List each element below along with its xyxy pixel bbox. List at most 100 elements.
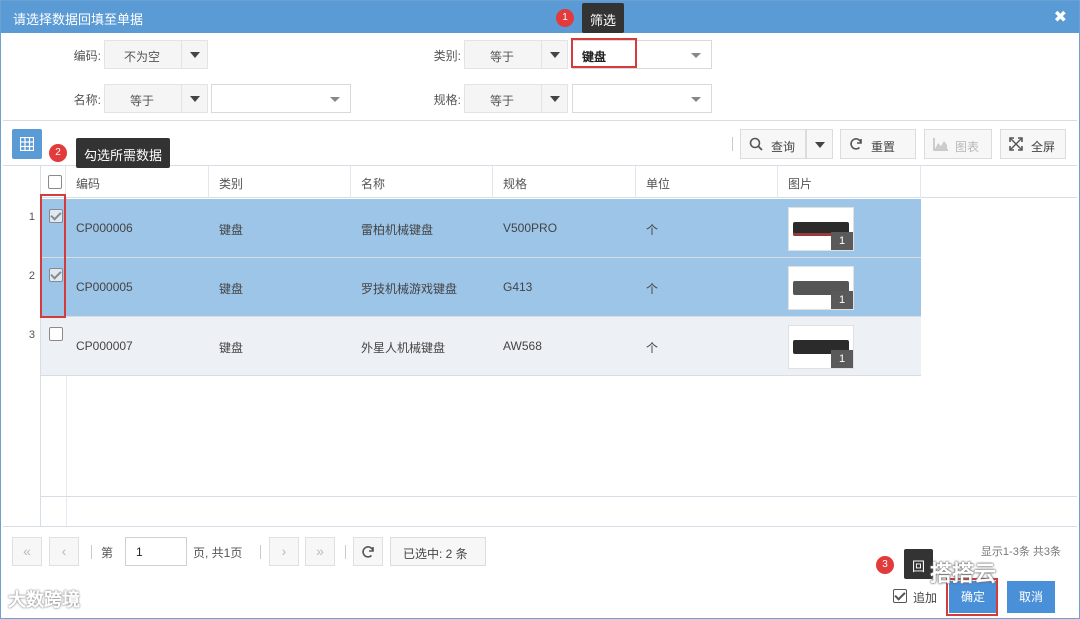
image-count-badge: 1 <box>831 232 853 250</box>
fullscreen-button[interactable]: 全屏 <box>1000 129 1066 159</box>
code-operator-select[interactable]: 不为空 <box>104 40 208 69</box>
append-checkbox[interactable] <box>893 589 907 603</box>
filter-area: 编码: 不为空 类别: 等于 键盘 名称: 等于 规格: 等于 <box>3 35 1077 121</box>
spec-operator-select[interactable]: 等于 <box>464 84 568 113</box>
page-prefix: 第 <box>101 546 114 560</box>
select-all-checkbox[interactable] <box>48 175 62 189</box>
image-count-badge: 1 <box>831 350 853 368</box>
header-unit[interactable]: 单位 <box>636 166 778 198</box>
search-icon <box>749 137 763 151</box>
header-name[interactable]: 名称 <box>351 166 493 198</box>
annotation-step2-badge: 2 <box>49 144 67 162</box>
chevron-down-icon <box>691 53 701 58</box>
chevron-down-icon <box>181 41 207 68</box>
chevron-down-icon <box>181 85 207 112</box>
keyboard-thumbnail[interactable]: 1 <box>788 266 854 310</box>
first-page-button[interactable]: « <box>12 537 42 566</box>
spec-value-select[interactable] <box>572 84 712 113</box>
code-operator-value: 不为空 <box>123 50 160 64</box>
cell-unit: 个 <box>646 341 659 355</box>
reset-button[interactable]: 重置 <box>840 129 916 159</box>
refresh-icon <box>362 546 374 558</box>
name-operator-select[interactable]: 等于 <box>104 84 208 113</box>
cell-category: 键盘 <box>219 282 244 296</box>
cancel-button[interactable]: 取消 <box>1007 581 1055 613</box>
annotation-step1-badge: 1 <box>556 9 574 27</box>
name-value-select[interactable] <box>211 84 351 113</box>
header-image[interactable]: 图片 <box>778 166 921 198</box>
pager-divider <box>91 545 92 559</box>
category-operator-value: 等于 <box>489 50 514 64</box>
chart-button[interactable]: 图表 <box>924 129 992 159</box>
chevron-down-icon <box>541 85 567 112</box>
pager-divider <box>260 545 261 559</box>
cell-name: 雷柏机械键盘 <box>361 223 434 237</box>
prev-page-button[interactable]: ‹ <box>49 537 79 566</box>
name-operator-value: 等于 <box>129 94 154 108</box>
annotation-step1-callout: 筛选 <box>582 3 625 33</box>
chevron-down-icon <box>330 97 340 102</box>
reset-label: 重置 <box>871 140 896 154</box>
last-page-button[interactable]: » <box>305 537 335 566</box>
cell-spec: AW568 <box>503 339 542 353</box>
table-row[interactable]: CP000006 键盘 雷柏机械键盘 V500PRO 个 1 <box>41 199 921 258</box>
close-icon[interactable]: ✖ <box>1054 7 1067 27</box>
query-button[interactable]: 查询 <box>740 129 806 159</box>
annotation-step3-callout: 回 <box>904 549 934 579</box>
query-dropdown-button[interactable] <box>806 129 833 159</box>
cell-name: 外星人机械键盘 <box>361 341 446 355</box>
cell-code: CP000005 <box>76 280 133 294</box>
table-row[interactable]: CP000007 键盘 外星人机械键盘 AW568 个 1 <box>41 317 921 376</box>
table-row[interactable]: CP000005 键盘 罗技机械游戏键盘 G413 个 1 <box>41 258 921 317</box>
cell-name: 罗技机械游戏键盘 <box>361 282 458 296</box>
table-footer-divider <box>41 496 1077 497</box>
dialog-footer: 追加 确定 取消 <box>1 575 1079 619</box>
category-filter-label: 类别: <box>433 49 461 63</box>
append-label: 追加 <box>913 591 938 605</box>
toolbar-divider <box>732 137 733 151</box>
cell-spec: V500PRO <box>503 221 558 235</box>
row-number: 2 <box>28 270 35 282</box>
cell-unit: 个 <box>646 223 659 237</box>
annotation-box-filter <box>571 38 637 68</box>
next-page-button[interactable]: › <box>269 537 299 566</box>
chevron-down-icon <box>541 41 567 68</box>
data-table: 编码 类别 名称 规格 单位 图片 1 CP000006 键盘 雷柏机械键盘 V… <box>3 165 1077 527</box>
selected-count: 已选中: 2 条 <box>390 537 486 566</box>
header-spec[interactable]: 规格 <box>493 166 636 198</box>
cell-category: 键盘 <box>219 223 244 237</box>
chevron-down-icon <box>691 97 701 102</box>
row-number: 3 <box>28 329 35 341</box>
cell-image: 1 <box>778 317 921 376</box>
grid-view-button[interactable] <box>12 129 42 159</box>
cell-image: 1 <box>778 258 921 317</box>
watermark-left: 大数跨境 <box>8 590 80 610</box>
fullscreen-label: 全屏 <box>1031 140 1056 154</box>
annotation-step3-badge: 3 <box>876 556 894 574</box>
header-category[interactable]: 类别 <box>209 166 351 198</box>
cell-spec: G413 <box>503 280 533 294</box>
fullscreen-icon <box>1009 137 1023 151</box>
cell-unit: 个 <box>646 282 659 296</box>
query-label: 查询 <box>771 140 796 154</box>
annotation-box-checkboxes <box>40 194 66 318</box>
cell-image: 1 <box>778 199 921 258</box>
row-checkbox[interactable] <box>49 327 63 341</box>
table-header: 编码 类别 名称 规格 单位 图片 <box>41 166 1077 198</box>
keyboard-thumbnail[interactable]: 1 <box>788 207 854 251</box>
cell-code: CP000006 <box>76 221 133 235</box>
select-data-dialog: 请选择数据回填至单据 ✖ 编码: 不为空 类别: 等于 键盘 名称: 等于 规格… <box>0 0 1080 619</box>
header-code[interactable]: 编码 <box>66 166 209 198</box>
annotation-step2-callout: 勾选所需数据 <box>76 138 171 168</box>
cell-category: 键盘 <box>219 341 244 355</box>
category-operator-select[interactable]: 等于 <box>464 40 568 69</box>
pager-divider <box>345 545 346 559</box>
page-suffix: 页, 共1页 <box>193 546 243 560</box>
keyboard-thumbnail[interactable]: 1 <box>788 325 854 369</box>
name-filter-label: 名称: <box>73 93 101 107</box>
page-number-input[interactable]: 1 <box>125 537 187 566</box>
chevron-down-icon <box>815 142 825 148</box>
refresh-button[interactable] <box>353 537 383 566</box>
spec-operator-value: 等于 <box>489 94 514 108</box>
chart-label: 图表 <box>955 140 980 154</box>
